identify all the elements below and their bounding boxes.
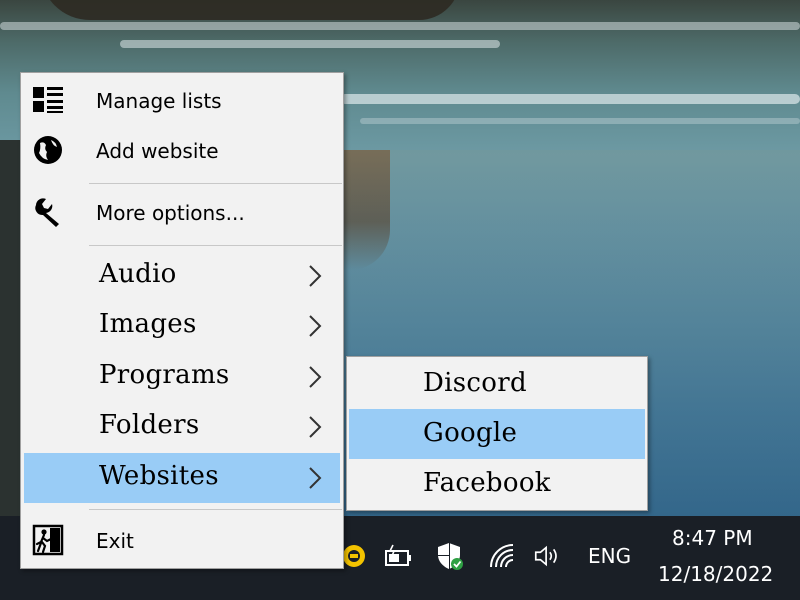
menu-item-add-website[interactable]: Add website	[24, 127, 340, 173]
wrench-icon	[30, 194, 66, 230]
chevron-right-icon	[306, 314, 324, 338]
submenu-item-google[interactable]: Google	[349, 409, 645, 459]
submenu-item-facebook[interactable]: Facebook	[349, 459, 645, 509]
battery-icon[interactable]	[382, 540, 414, 572]
context-menu: Manage lists Add website More options...…	[20, 72, 344, 569]
chevron-right-icon	[306, 466, 324, 490]
wallpaper-rock	[40, 0, 460, 20]
menu-separator	[89, 245, 342, 246]
menu-item-label: More options...	[96, 201, 245, 225]
wifi-icon[interactable]	[486, 540, 518, 572]
menu-item-label: Folders	[99, 410, 200, 440]
volume-icon[interactable]	[532, 540, 564, 572]
submenu-item-label: Discord	[423, 368, 527, 398]
menu-item-label: Websites	[99, 461, 219, 491]
menu-item-label: Programs	[99, 360, 230, 390]
websites-submenu: Discord Google Facebook	[346, 356, 648, 511]
menu-separator	[89, 183, 342, 184]
chevron-right-icon	[306, 415, 324, 439]
menu-item-exit[interactable]: Exit	[24, 517, 340, 563]
clock-time[interactable]: 8:47 PM	[672, 526, 753, 550]
menu-item-images[interactable]: Images	[24, 301, 340, 351]
wallpaper-wave	[340, 94, 800, 104]
submenu-item-label: Facebook	[423, 468, 551, 498]
menu-item-label: Manage lists	[96, 89, 222, 113]
wallpaper-wave	[360, 118, 800, 124]
menu-item-label: Add website	[96, 139, 219, 163]
menu-item-audio[interactable]: Audio	[24, 251, 340, 301]
exit-icon	[30, 522, 66, 558]
menu-item-label: Audio	[99, 259, 177, 289]
wallpaper-wave	[0, 22, 800, 30]
chevron-right-icon	[306, 365, 324, 389]
menu-item-programs[interactable]: Programs	[24, 352, 340, 402]
menu-item-more-options[interactable]: More options...	[24, 189, 340, 235]
submenu-item-label: Google	[423, 418, 518, 448]
list-icon	[30, 82, 66, 118]
language-indicator[interactable]: ENG	[588, 544, 631, 568]
submenu-item-discord[interactable]: Discord	[349, 359, 645, 409]
globe-icon	[30, 132, 66, 168]
menu-item-label: Exit	[96, 529, 134, 553]
chevron-right-icon	[306, 264, 324, 288]
security-shield-icon[interactable]	[434, 540, 466, 572]
menu-item-label: Images	[99, 309, 197, 339]
menu-item-manage-lists[interactable]: Manage lists	[24, 77, 340, 123]
menu-separator	[89, 509, 342, 510]
clock-date[interactable]: 12/18/2022	[658, 562, 773, 586]
menu-item-websites[interactable]: Websites	[24, 453, 340, 503]
menu-item-folders[interactable]: Folders	[24, 402, 340, 452]
wallpaper-wave	[120, 40, 500, 48]
